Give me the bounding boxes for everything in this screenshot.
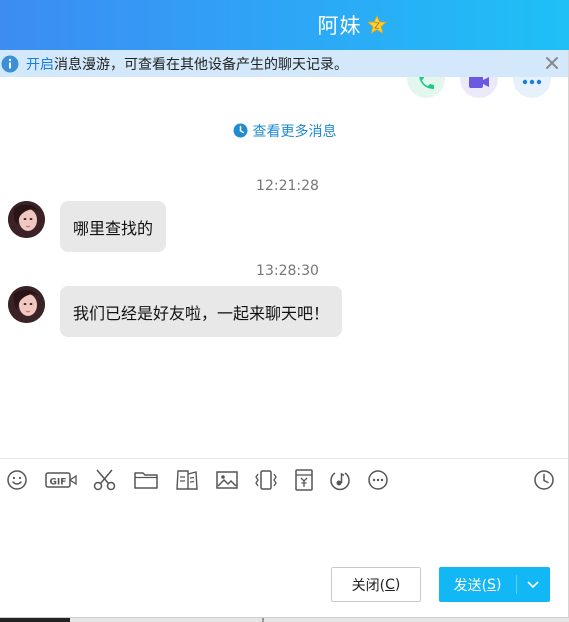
avatar[interactable] [8,286,45,323]
shake-icon [255,470,277,490]
message-timestamp: 12:21:28 [256,178,319,194]
roaming-notice-bar: 开启 消息漫游，可查看在其他设备产生的聊天记录。 [0,50,569,77]
emoji-icon [7,470,27,490]
close-button[interactable]: 关闭(C) [331,567,421,602]
send-options-dropdown[interactable] [516,567,550,602]
close-hotkey: C [385,576,395,593]
bottom-tick [262,618,264,622]
bottom-mark [0,618,70,622]
folder-icon [134,472,158,489]
message-timestamp: 13:28:30 [256,263,319,279]
video-call-button[interactable] [460,77,498,98]
vip-star-icon: Z [366,15,387,34]
image-icon [216,471,238,489]
close-label: 关闭( [351,577,386,594]
message-bubble[interactable]: 哪里查找的 [60,201,167,252]
screenshot-button[interactable] [92,466,118,494]
svg-text:Z: Z [374,22,380,31]
music-button[interactable] [328,466,352,494]
history-clock-icon [534,470,554,490]
message-input[interactable] [0,500,569,555]
avatar-image [8,286,45,323]
contact-name: 阿妹 [317,14,362,38]
red-packet-icon [295,469,313,491]
document-icon [176,470,198,490]
title-wrap: 阿妹 Z [0,0,569,50]
more-icon [368,470,388,490]
avatar-image [8,201,45,238]
view-more-messages-label: 查看更多消息 [252,124,337,140]
document-button[interactable] [174,466,200,494]
send-label: 发送( [453,577,488,594]
send-file-button[interactable] [133,466,159,494]
more-dots-icon [522,79,542,85]
chat-history-button[interactable] [532,466,556,494]
emoji-button[interactable] [5,466,29,494]
more-options-button[interactable] [513,77,551,98]
send-suffix: ) [495,576,502,593]
shake-button[interactable] [253,466,279,494]
notice-text: 消息漫游，可查看在其他设备产生的聊天记录。 [54,56,348,73]
screenshot-scissors-icon [93,469,116,491]
red-packet-button[interactable] [292,466,316,494]
music-icon [330,472,350,491]
send-button-group: 发送(S) [439,567,550,602]
phone-call-button[interactable] [407,77,445,98]
gif-icon: GIF [45,472,77,488]
gif-button[interactable]: GIF [45,466,77,494]
chevron-down-icon [527,580,539,588]
send-button[interactable]: 发送(S) [439,567,516,602]
view-more-messages-link[interactable]: 查看更多消息 [0,121,569,141]
close-suffix: ) [394,576,401,593]
send-hotkey: S [487,576,496,593]
enable-roaming-link[interactable]: 开启 [26,54,54,74]
call-buttons [0,77,569,102]
input-toolbar: GIF [0,466,569,494]
avatar[interactable] [8,201,45,238]
close-icon[interactable] [544,55,560,71]
video-icon [469,77,489,88]
message-bubble[interactable]: 我们已经是好友啦，一起来聊天吧！ [60,286,343,337]
image-button[interactable] [214,466,240,494]
toolbar-divider [0,458,569,459]
more-tools-button[interactable] [366,466,390,494]
info-icon [1,55,19,72]
title-bar: 阿妹 Z [0,0,569,50]
phone-icon [419,77,434,89]
svg-text:GIF: GIF [50,478,67,488]
bottom-bar [0,617,569,622]
clock-icon [233,123,247,138]
